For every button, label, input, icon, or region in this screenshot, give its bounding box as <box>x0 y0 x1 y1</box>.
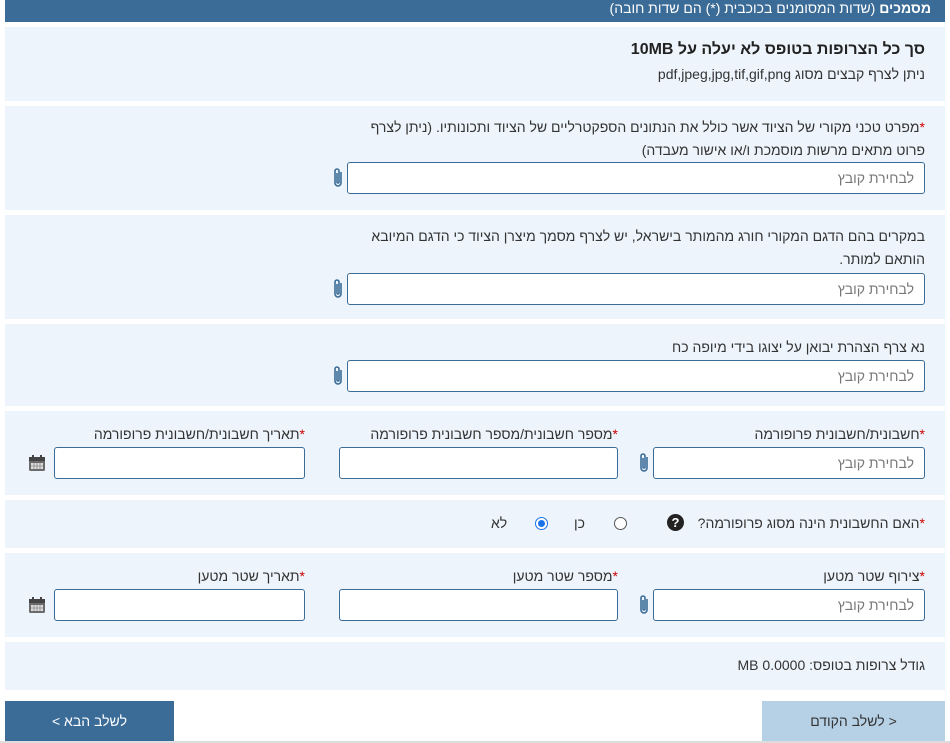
documents-form: מסמכים (שדות המסומנים בכוכבית (*) הם שדו… <box>0 0 950 743</box>
manufacturer-doc-label-line2: הותאם למותר. <box>839 251 925 267</box>
bol-number-label-text: מספר שטר מטען <box>512 568 613 584</box>
attachments-types-note: ניתן לצרף קבצים מסוג pdf,jpeg,jpg,tif,gi… <box>657 66 925 82</box>
invoice-row: *חשבונית/חשבונית פרופורמה לבחירת קובץ *מ… <box>5 411 945 495</box>
spec-label-line1: מפרט טכני מקורי של הציוד אשר כולל את הנת… <box>370 119 920 135</box>
invoice-number-label: *מספר חשבונית/מספר חשבונית פרופורמה <box>370 423 618 446</box>
paperclip-icon[interactable] <box>637 594 653 616</box>
bol-date-input[interactable] <box>54 589 305 621</box>
radio-no-label: לא <box>491 515 508 531</box>
spec-label: *מפרט טכני מקורי של הציוד אשר כולל את הנ… <box>25 116 925 162</box>
attachments-size-value: 0.0000 MB <box>737 657 806 673</box>
manufacturer-doc-label: במקרים בהם הדגם המקורי חורג מהמותר בישרא… <box>25 225 925 271</box>
bol-file-label: *צירוף שטר מטען <box>823 565 925 588</box>
bol-date-label: *תאריך שטר מטען <box>198 565 305 588</box>
attachments-info: סך כל הצרופות בטופס לא יעלה על 10MB ניתן… <box>5 27 945 101</box>
invoice-date-input[interactable] <box>54 447 305 479</box>
paperclip-icon[interactable] <box>331 167 347 189</box>
header-subtitle: (שדות המסומנים בכוכבית (*) הם שדות חובה) <box>609 0 876 16</box>
declaration-file-input[interactable]: לבחירת קובץ <box>347 360 925 392</box>
required-marker: * <box>612 568 618 584</box>
required-marker: * <box>919 426 925 442</box>
spec-file-input[interactable]: לבחירת קובץ <box>347 162 925 194</box>
previous-step-button[interactable]: < לשלב הקודם <box>762 701 945 741</box>
attachments-size-label: גודל צרופות בטופס: <box>809 657 925 673</box>
attachments-size-row: גודל צרופות בטופס: 0.0000 MB <box>5 642 945 690</box>
invoice-file-input[interactable]: לבחירת קובץ <box>653 447 925 479</box>
invoice-file-label: *חשבונית/חשבונית פרופורמה <box>755 423 925 446</box>
proforma-question-label: *האם החשבונית הינה מסוג פרופורמה? <box>698 512 925 535</box>
paperclip-icon[interactable] <box>331 365 347 387</box>
bol-number-input[interactable] <box>339 589 618 621</box>
declaration-label: נא צרף הצהרת יבואן על יצוגו בידי מיופה כ… <box>672 339 925 355</box>
bol-date-label-text: תאריך שטר מטען <box>197 568 300 584</box>
required-marker: * <box>919 119 925 135</box>
invoice-date-label: *תאריך חשבונית/חשבונית פרופורמה <box>94 423 305 446</box>
invoice-number-label-text: מספר חשבונית/מספר חשבונית פרופורמה <box>370 426 613 442</box>
required-marker: * <box>919 515 925 531</box>
radio-yes[interactable] <box>614 517 627 530</box>
paperclip-icon[interactable] <box>637 452 653 474</box>
invoice-number-input[interactable] <box>339 447 618 479</box>
required-marker: * <box>612 426 618 442</box>
spec-field-row: *מפרט טכני מקורי של הציוד אשר כולל את הנ… <box>5 106 945 210</box>
radio-no[interactable] <box>535 517 548 530</box>
manufacturer-doc-file-input[interactable]: לבחירת קובץ <box>347 273 925 305</box>
radio-yes-label: כן <box>574 515 585 531</box>
header-title: מסמכים <box>879 0 931 16</box>
attachments-size: גודל צרופות בטופס: 0.0000 MB <box>738 654 925 677</box>
paperclip-icon[interactable] <box>331 278 347 300</box>
help-icon[interactable]: ? <box>667 514 684 531</box>
bol-file-label-text: צירוף שטר מטען <box>823 568 920 584</box>
required-marker: * <box>299 568 305 584</box>
section-header: מסמכים (שדות המסומנים בכוכבית (*) הם שדו… <box>5 0 945 22</box>
invoice-file-label-text: חשבונית/חשבונית פרופורמה <box>754 426 920 442</box>
proforma-question-row: *האם החשבונית הינה מסוג פרופורמה? ? כן ל… <box>5 500 945 548</box>
calendar-icon[interactable] <box>28 596 46 614</box>
invoice-date-label-text: תאריך חשבונית/חשבונית פרופורמה <box>93 426 300 442</box>
bol-number-label: *מספר שטר מטען <box>513 565 618 588</box>
spec-label-line2: פרוט מתאים מרשות מוסמכת ו/או אישור מעבדה… <box>641 142 925 158</box>
required-marker: * <box>299 426 305 442</box>
declaration-row: נא צרף הצהרת יבואן על יצוגו בידי מיופה כ… <box>5 324 945 406</box>
attachments-limit-title: סך כל הצרופות בטופס לא יעלה על 10MB <box>630 41 925 58</box>
manufacturer-doc-label-line1: במקרים בהם הדגם המקורי חורג מהמותר בישרא… <box>371 228 925 244</box>
bill-of-lading-row: *צירוף שטר מטען לבחירת קובץ *מספר שטר מט… <box>5 553 945 637</box>
next-step-button[interactable]: לשלב הבא > <box>5 701 174 741</box>
proforma-question-text: האם החשבונית הינה מסוג פרופורמה? <box>697 515 920 531</box>
bol-file-input[interactable]: לבחירת קובץ <box>653 589 925 621</box>
manufacturer-doc-row: במקרים בהם הדגם המקורי חורג מהמותר בישרא… <box>5 215 945 319</box>
required-marker: * <box>919 568 925 584</box>
calendar-icon[interactable] <box>28 454 46 472</box>
